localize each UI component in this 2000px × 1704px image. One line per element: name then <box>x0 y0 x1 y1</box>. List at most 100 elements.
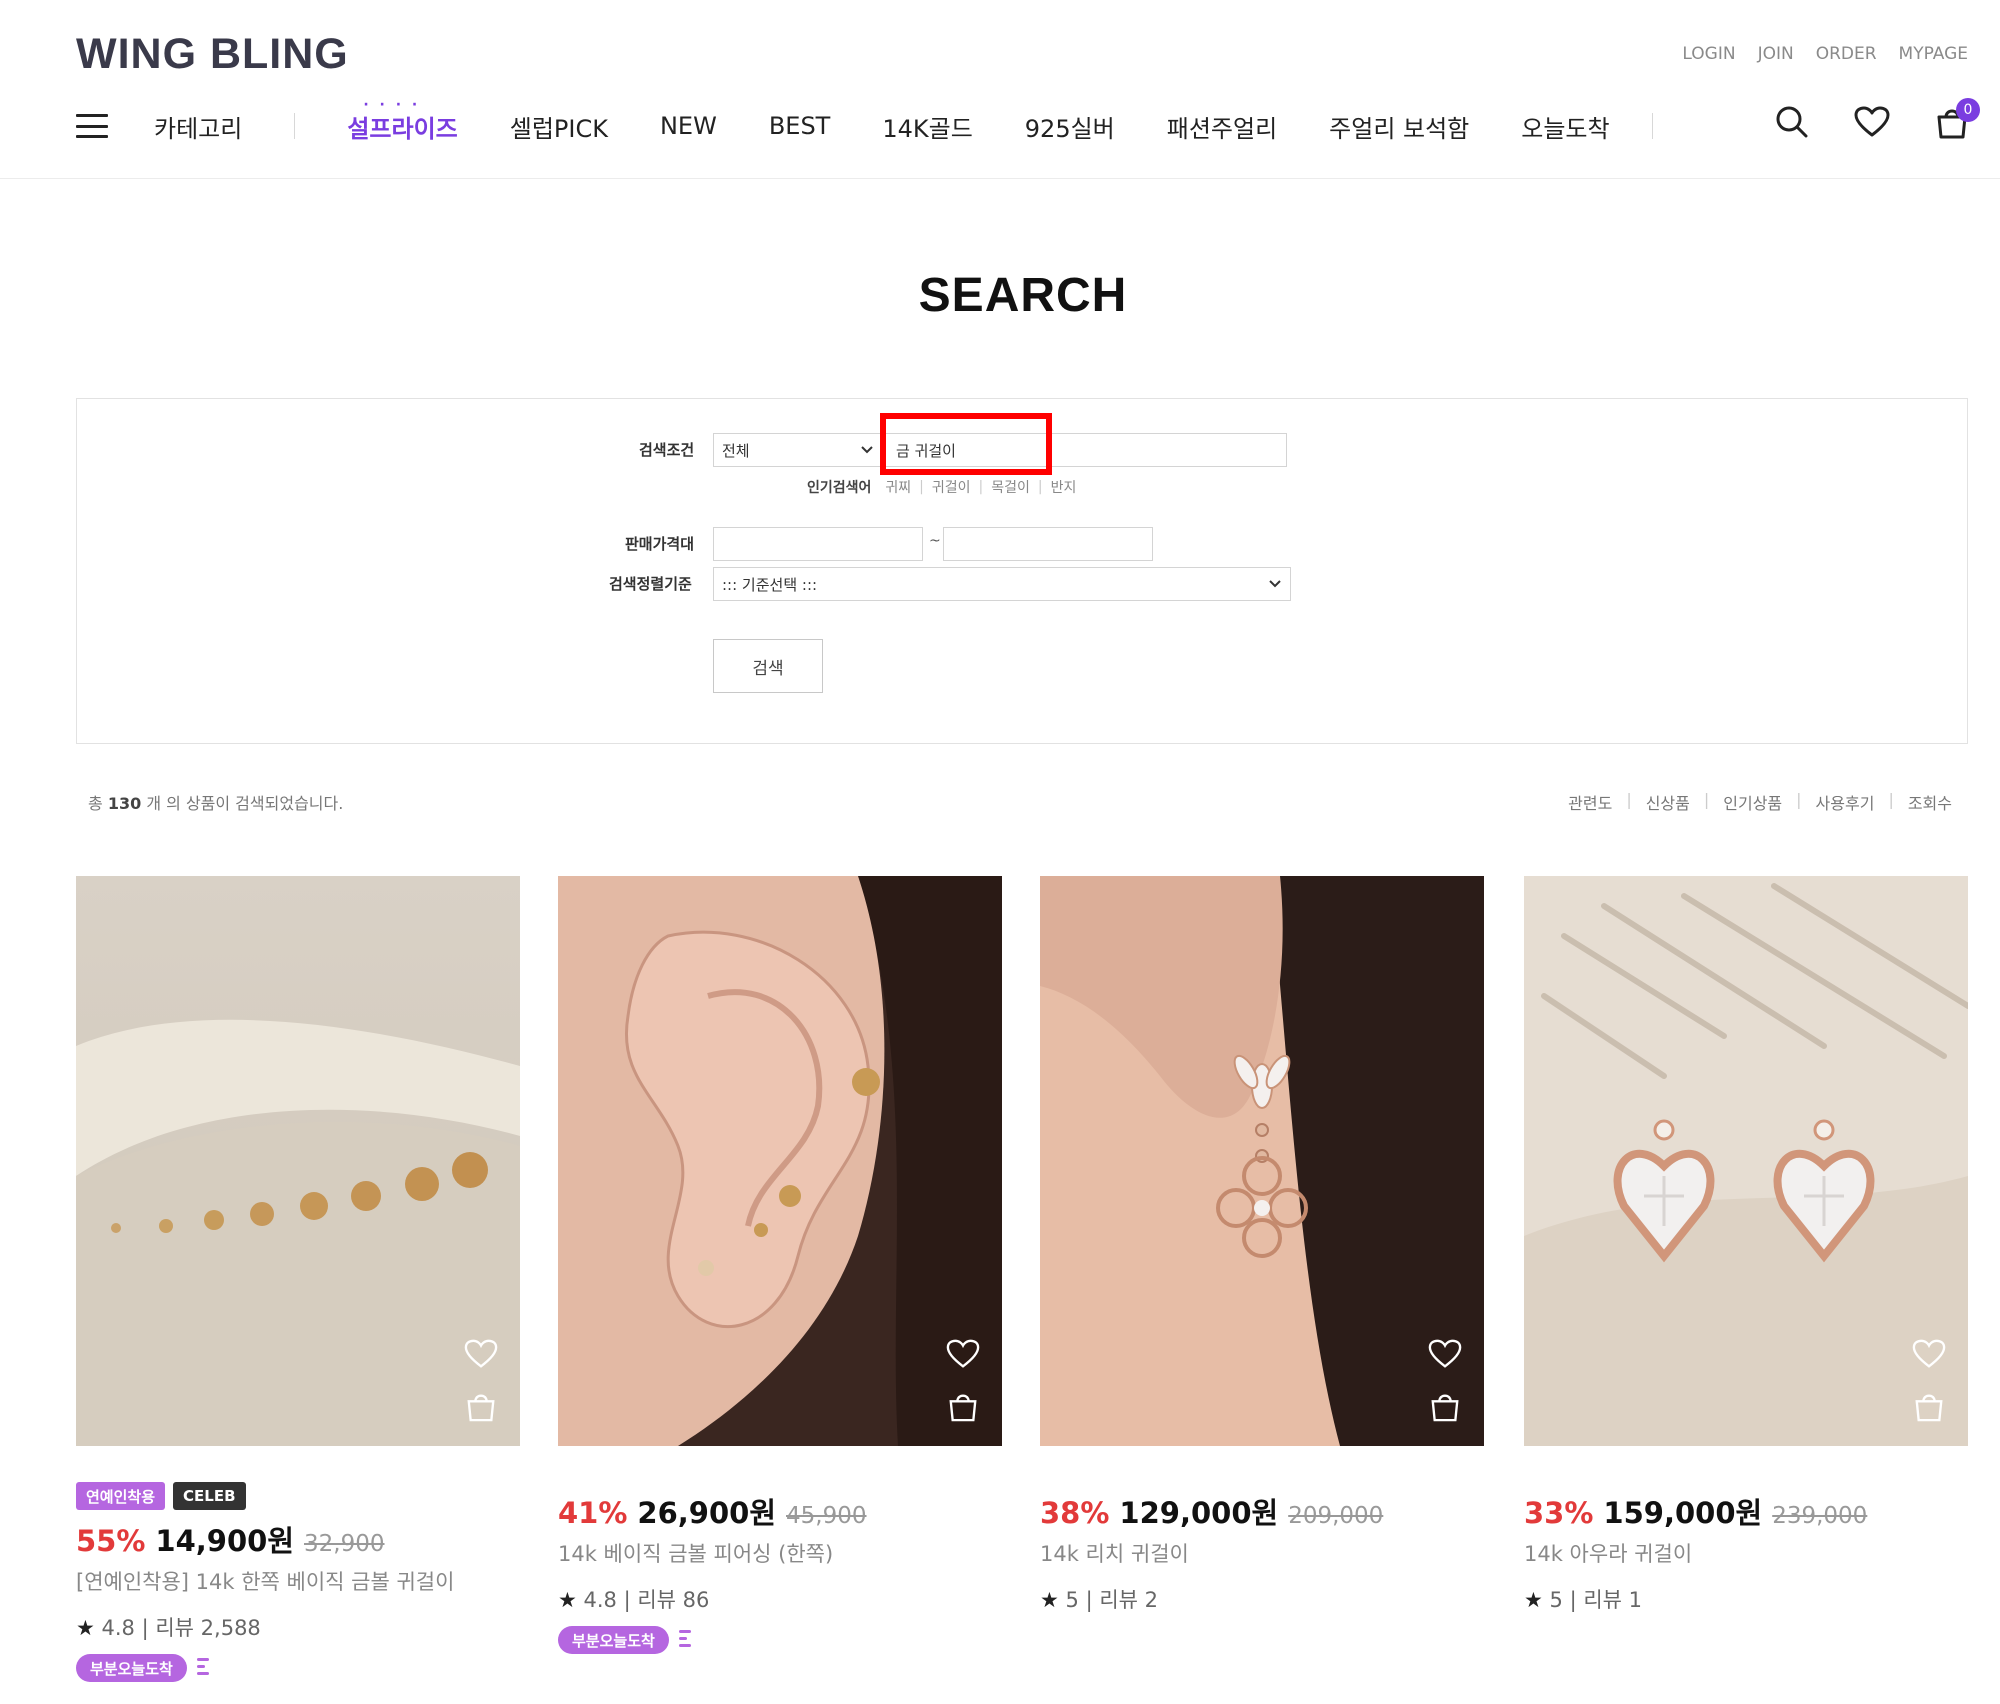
sort-popular[interactable]: 인기상품 <box>1723 790 1782 814</box>
order-link[interactable]: ORDER <box>1816 44 1877 64</box>
sort-newest[interactable]: 신상품 <box>1646 790 1690 814</box>
result-count-suffix: 개 의 상품이 검색되었습니다. <box>146 794 344 813</box>
star-icon: ★ <box>1040 1588 1059 1612</box>
nav-item-925-silver[interactable]: 925실버 <box>1025 109 1115 144</box>
price-max-input[interactable] <box>943 527 1153 561</box>
star-icon: ★ <box>558 1588 577 1612</box>
product-image[interactable] <box>1524 876 1968 1446</box>
nav-item-new[interactable]: NEW <box>660 112 717 140</box>
search-form: 검색조건 전체 금 귀걸이 인기검색어 귀찌 | 귀걸이 | 목걸이 | 반지 판매가… <box>76 398 1968 744</box>
star-icon: ★ <box>1524 1588 1543 1612</box>
chevron-down-icon <box>861 446 873 454</box>
review-count: 리뷰 86 <box>637 1588 710 1612</box>
sale-price: 159,000원 <box>1603 1496 1763 1530</box>
cart-count-badge: 0 <box>1956 98 1980 122</box>
add-to-cart-bag-icon[interactable] <box>946 1390 980 1422</box>
main-nav: 카테고리 설프라이즈 셀럽PICK NEW BEST 14K골드 925실버 패… <box>76 97 1653 146</box>
review-count: 리뷰 1 <box>1583 1588 1643 1612</box>
popular-keyword-necklace[interactable]: 목걸이 <box>991 477 1030 497</box>
popular-keywords-label: 인기검색어 <box>807 480 872 496</box>
nav-item-today-arrival[interactable]: 오늘도착 <box>1521 109 1609 144</box>
chevron-down-icon <box>1269 580 1281 588</box>
highlight-box <box>880 413 1052 475</box>
product-card[interactable]: 38% 129,000원 209,000 14k 리치 귀걸이 ★ 5 | 리뷰… <box>1040 876 1484 1614</box>
sale-price: 26,900원 <box>637 1496 777 1530</box>
login-link[interactable]: LOGIN <box>1682 44 1735 64</box>
add-to-cart-bag-icon[interactable] <box>464 1390 498 1422</box>
price-min-input[interactable] <box>713 527 923 561</box>
product-name[interactable]: 14k 아우라 귀걸이 <box>1524 1538 1968 1568</box>
add-to-cart-bag-icon[interactable] <box>1428 1390 1462 1422</box>
sale-price: 129,000원 <box>1119 1496 1279 1530</box>
original-price: 45,900 <box>786 1503 867 1529</box>
search-condition-select[interactable]: 전체 <box>713 433 883 467</box>
search-condition-label: 검색조건 <box>639 441 695 459</box>
sort-criteria-select[interactable]: ::: 기준선택 ::: <box>713 567 1291 601</box>
nav-divider <box>1651 113 1653 139</box>
add-to-cart-bag-icon[interactable] <box>1912 1390 1946 1422</box>
join-link[interactable]: JOIN <box>1758 44 1794 64</box>
discount-rate: 33% <box>1524 1496 1594 1530</box>
header-divider <box>0 178 2000 179</box>
product-card[interactable]: 41% 26,900원 45,900 14k 베이직 금볼 피어싱 (한쪽) ★… <box>558 876 1002 1654</box>
original-price: 32,900 <box>304 1531 385 1557</box>
popular-keywords: 인기검색어 귀찌 | 귀걸이 | 목걸이 | 반지 <box>807 477 1077 497</box>
product-image[interactable] <box>76 876 520 1446</box>
product-card[interactable]: 연예인착용 CELEB 55% 14,900원 32,900 [연예인착용] 1… <box>76 876 520 1682</box>
sort-criteria-value: ::: 기준선택 ::: <box>722 575 818 594</box>
add-to-wishlist-heart-icon[interactable] <box>464 1338 498 1370</box>
product-card[interactable]: 33% 159,000원 239,000 14k 아우라 귀걸이 ★ 5 | 리… <box>1524 876 1968 1614</box>
nav-item-fashion-jewelry[interactable]: 패션주얼리 <box>1167 109 1277 144</box>
discount-rate: 41% <box>558 1496 628 1530</box>
nav-item-jewelry-box[interactable]: 주얼리 보석함 <box>1329 109 1469 144</box>
nav-item-best[interactable]: BEST <box>769 112 831 140</box>
sale-price: 14,900원 <box>155 1524 295 1558</box>
original-price: 239,000 <box>1772 1503 1868 1529</box>
top-links: LOGIN JOIN ORDER MYPAGE <box>1682 44 1968 64</box>
nav-item-surprise[interactable]: 설프라이즈 <box>347 97 457 144</box>
rating-value: 4.8 <box>101 1616 135 1640</box>
sort-relevance[interactable]: 관련도 <box>1568 790 1612 814</box>
popular-keyword-earclip[interactable]: 귀찌 <box>885 477 911 497</box>
add-to-wishlist-heart-icon[interactable] <box>946 1338 980 1370</box>
nav-item-14k-gold[interactable]: 14K골드 <box>882 109 972 144</box>
wishlist-heart-icon[interactable] <box>1854 104 1890 140</box>
site-logo[interactable]: WING BLING <box>76 30 349 79</box>
result-count-number: 130 <box>107 794 142 813</box>
rating-value: 5 <box>1549 1588 1563 1612</box>
result-count-prefix: 총 <box>88 794 103 813</box>
add-to-wishlist-heart-icon[interactable] <box>1428 1338 1462 1370</box>
popular-keyword-earring[interactable]: 귀걸이 <box>932 477 971 497</box>
sort-criteria-label: 검색정렬기준 <box>609 575 692 593</box>
search-icon[interactable] <box>1774 104 1810 140</box>
search-condition-value: 전체 <box>722 441 750 460</box>
nav-divider <box>294 113 296 139</box>
review-count: 리뷰 2,588 <box>155 1616 261 1640</box>
partial-today-delivery-badge: 부분오늘도착 <box>558 1626 691 1654</box>
partial-today-delivery-badge: 부분오늘도착 <box>76 1654 209 1682</box>
product-tags: 연예인착용 CELEB <box>76 1482 520 1510</box>
celeb-worn-tag: 연예인착용 <box>76 1482 166 1510</box>
product-name[interactable]: [연예인착용] 14k 한쪽 베이직 금볼 귀걸이 <box>76 1566 520 1596</box>
sort-reviews[interactable]: 사용후기 <box>1816 790 1875 814</box>
discount-rate: 38% <box>1040 1496 1110 1530</box>
hamburger-menu-icon[interactable] <box>76 114 108 138</box>
product-image[interactable] <box>558 876 1002 1446</box>
product-rating: ★ 4.8 | 리뷰 86 <box>558 1588 710 1612</box>
product-name[interactable]: 14k 베이직 금볼 피어싱 (한쪽) <box>558 1538 1002 1568</box>
add-to-wishlist-heart-icon[interactable] <box>1912 1338 1946 1370</box>
celeb-tag: CELEB <box>173 1482 246 1510</box>
nav-item-celeb-pick[interactable]: 셀럽PICK <box>510 109 608 144</box>
nav-category[interactable]: 카테고리 <box>154 109 242 144</box>
mypage-link[interactable]: MYPAGE <box>1899 44 1968 64</box>
cart-bag-icon[interactable]: 0 <box>1934 98 1980 140</box>
sort-views[interactable]: 조회수 <box>1908 790 1952 814</box>
rating-value: 4.8 <box>583 1588 617 1612</box>
result-count: 총 130 개 의 상품이 검색되었습니다. <box>88 790 343 814</box>
sort-links: 관련도 | 신상품 | 인기상품 | 사용후기 | 조회수 <box>1568 790 1952 814</box>
product-image[interactable] <box>1040 876 1484 1446</box>
search-button[interactable]: 검색 <box>713 639 823 693</box>
product-name[interactable]: 14k 리치 귀걸이 <box>1040 1538 1484 1568</box>
popular-keyword-ring[interactable]: 반지 <box>1051 477 1077 497</box>
product-rating: ★ 4.8 | 리뷰 2,588 <box>76 1616 261 1640</box>
